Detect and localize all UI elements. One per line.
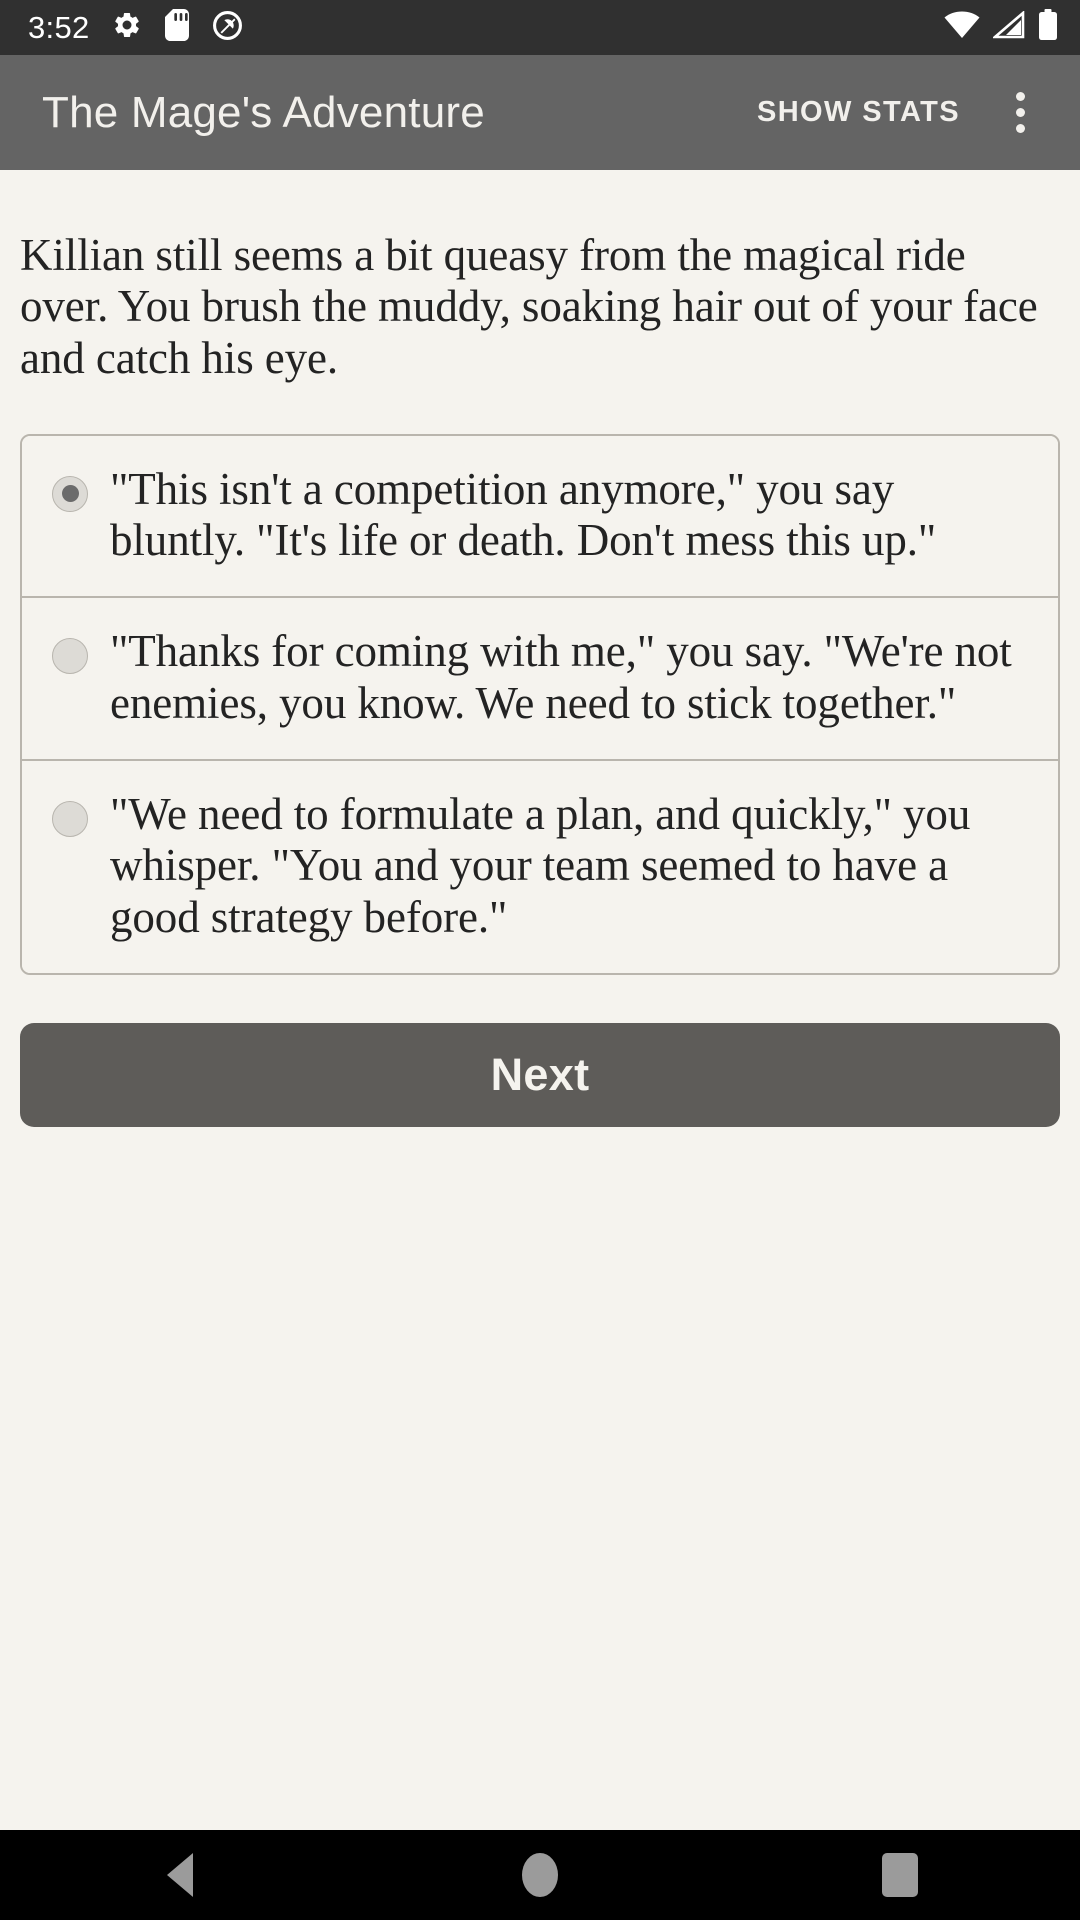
system-navigation-bar [0, 1830, 1080, 1920]
status-bar: 3:52 [0, 0, 1080, 55]
home-button[interactable] [450, 1830, 630, 1920]
do-not-disturb-icon [212, 10, 243, 46]
main-content: Killian still seems a bit queasy from th… [0, 170, 1080, 1830]
more-dot [1015, 124, 1025, 133]
choice-list: "This isn't a competition anymore," you … [20, 433, 1060, 975]
status-bar-left: 3:52 [28, 9, 243, 46]
more-dot [1015, 108, 1025, 117]
phone-screen: 3:52 The Mage's Adventure SHOW STATS Kil… [0, 0, 1080, 1920]
show-stats-button[interactable]: SHOW STATS [747, 82, 970, 143]
recents-button[interactable] [810, 1830, 990, 1920]
status-bar-right [944, 9, 1058, 46]
more-dot [1015, 92, 1025, 101]
narrative-text: Killian still seems a bit queasy from th… [20, 230, 1038, 383]
option-label: "Thanks for coming with me," you say. "W… [110, 626, 1012, 728]
page-title: The Mage's Adventure [42, 87, 485, 137]
home-circle-icon [522, 1853, 558, 1897]
radio-button-option-3[interactable] [52, 801, 88, 838]
radio-button-option-1[interactable] [52, 475, 88, 512]
list-item[interactable]: "We need to formulate a plan, and quickl… [22, 761, 1058, 973]
more-vert-icon[interactable] [984, 77, 1056, 149]
radio-dot [61, 485, 79, 503]
app-bar: The Mage's Adventure SHOW STATS [0, 55, 1080, 170]
battery-icon [1038, 9, 1058, 46]
radio-button-option-2[interactable] [52, 638, 88, 675]
status-clock: 3:52 [28, 10, 90, 45]
list-item[interactable]: "This isn't a competition anymore," you … [22, 435, 1058, 599]
option-label: "We need to formulate a plan, and quickl… [110, 789, 971, 942]
gear-icon [112, 10, 142, 45]
list-item[interactable]: "Thanks for coming with me," you say. "W… [22, 598, 1058, 762]
option-label: "This isn't a competition anymore," you … [110, 463, 937, 566]
next-button[interactable]: Next [20, 1022, 1060, 1127]
back-button[interactable] [90, 1830, 270, 1920]
recents-square-icon [882, 1853, 918, 1897]
sd-card-icon [164, 9, 190, 46]
wifi-icon [944, 11, 980, 44]
back-triangle-icon [167, 1853, 193, 1897]
cellular-signal-icon [991, 10, 1025, 44]
